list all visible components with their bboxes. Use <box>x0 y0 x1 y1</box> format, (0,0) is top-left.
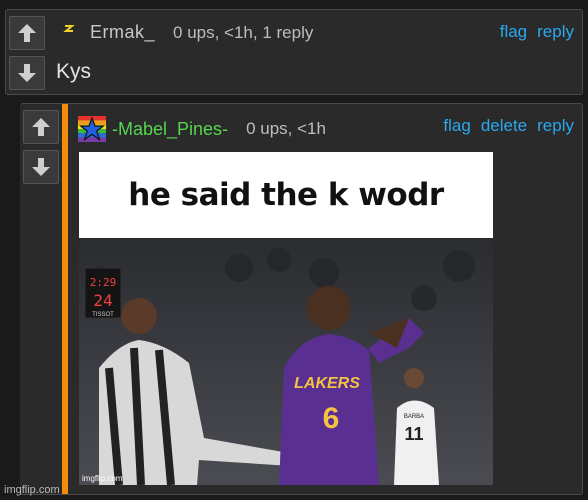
rainbow-star-flair-icon <box>78 116 106 142</box>
arrow-up-icon <box>18 24 36 42</box>
flag-link[interactable]: flag <box>500 22 527 42</box>
reply-link[interactable]: reply <box>537 116 574 136</box>
jersey-number: 6 <box>323 402 340 435</box>
clock-brand: TISSOT <box>92 312 114 318</box>
upvote-button[interactable] <box>23 110 59 144</box>
delete-link[interactable]: delete <box>481 116 527 136</box>
basketball-photo: 2:29 24 TISSOT LAKERS 6 BARBA 11 imgflip… <box>79 238 493 485</box>
jersey-team: LAKERS <box>294 375 360 392</box>
arrow-down-icon <box>32 158 50 176</box>
downvote-button[interactable] <box>9 56 45 90</box>
comment-ermak: Ermak_ 0 ups, <1h, 1 reply flag reply Ky… <box>5 9 583 95</box>
comment-actions: flag delete reply <box>443 116 574 136</box>
reply-indicator-bar <box>62 104 68 494</box>
comment-meta: 0 ups, <1h, 1 reply <box>173 22 314 42</box>
arrow-up-icon <box>32 118 50 136</box>
meme-watermark: imgflip.com <box>82 474 123 483</box>
arrow-down-icon <box>18 64 36 82</box>
player2-name: BARBA <box>404 414 424 420</box>
username[interactable]: Ermak_ <box>90 22 155 43</box>
comment-header: -Mabel_Pines- 0 ups, <1h <box>78 116 326 142</box>
downvote-button[interactable] <box>23 150 59 184</box>
vote-column <box>20 104 60 494</box>
shot-clock-time: 2:29 <box>90 276 117 289</box>
shot-clock: 2:29 24 TISSOT <box>84 267 122 319</box>
upvote-button[interactable] <box>9 16 45 50</box>
comment-header: Ermak_ 0 ups, <1h, 1 reply <box>62 22 313 43</box>
meme-image[interactable]: he said the k wodr 2:29 24 TISSOT LAKERS… <box>79 152 493 485</box>
reply-link[interactable]: reply <box>537 22 574 42</box>
meme-caption: he said the k wodr <box>128 177 444 213</box>
comment-meta: 0 ups, <1h <box>246 119 326 138</box>
imgflip-watermark: imgflip.com <box>4 484 60 496</box>
vote-column <box>6 10 46 94</box>
shot-clock-seconds: 24 <box>93 291 112 310</box>
flag-link[interactable]: flag <box>443 116 470 136</box>
comment-text: Kys <box>56 60 92 83</box>
player2-number: 11 <box>404 424 423 444</box>
username[interactable]: -Mabel_Pines- <box>112 119 228 140</box>
comment-actions: flag reply <box>500 22 574 42</box>
user-flair-icon <box>63 24 75 32</box>
comment-mabel: -Mabel_Pines- 0 ups, <1h flag delete rep… <box>20 103 583 495</box>
